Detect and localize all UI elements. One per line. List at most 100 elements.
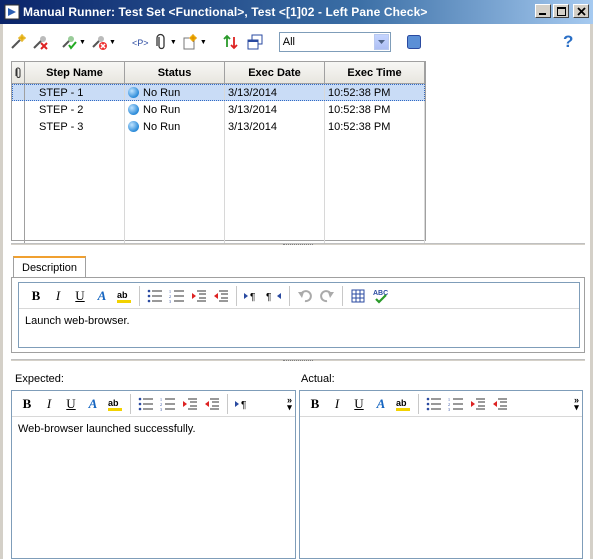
svg-text:3: 3 <box>448 407 450 411</box>
ltr-button[interactable]: ¶ <box>241 286 263 306</box>
table-row[interactable]: STEP - 2 No Run 3/13/2014 10:52:38 PM <box>12 101 425 118</box>
ltr-button[interactable]: ¶ <box>232 394 254 414</box>
dropdown-button[interactable] <box>373 34 389 50</box>
bold-button[interactable]: B <box>304 394 326 414</box>
exec-time-cell: 10:52:38 PM <box>325 84 425 101</box>
exec-time-cell: 10:52:38 PM <box>325 101 425 118</box>
numbered-list-button[interactable]: 123 <box>445 394 467 414</box>
maximize-button[interactable] <box>553 4 569 18</box>
rtl-button[interactable]: ¶ <box>263 286 285 306</box>
title-bar: Manual Runner: Test Set <Functional>, Te… <box>0 0 593 24</box>
pass-button[interactable]: ▼ <box>60 31 86 53</box>
italic-button[interactable]: I <box>326 394 348 414</box>
filter-select[interactable]: All <box>278 32 391 52</box>
status-text: No Run <box>143 86 181 99</box>
compact-view-button[interactable] <box>222 31 240 53</box>
font-color-button[interactable]: A <box>82 394 104 414</box>
highlight-button[interactable]: ab <box>392 394 414 414</box>
bold-button[interactable]: B <box>25 286 47 306</box>
redo-icon <box>320 289 334 302</box>
exec-time-cell: 10:52:38 PM <box>325 118 425 135</box>
minimize-button[interactable] <box>535 4 551 18</box>
underline-button[interactable]: U <box>60 394 82 414</box>
help-button[interactable]: ? <box>562 32 576 53</box>
new-run-button[interactable] <box>9 31 27 53</box>
italic-button[interactable]: I <box>38 394 60 414</box>
actual-text[interactable] <box>300 417 582 429</box>
column-header-exec-date[interactable]: Exec Date <box>225 62 325 83</box>
parameters-button[interactable]: <P> <box>131 31 149 53</box>
minimize-icon <box>539 13 546 15</box>
bullet-list-button[interactable] <box>423 394 445 414</box>
table-row[interactable]: STEP - 3 No Run 3/13/2014 10:52:38 PM <box>12 118 425 135</box>
toolbar-overflow-button[interactable]: » ▾ <box>574 395 582 411</box>
toolbar-separator <box>212 30 214 54</box>
highlight-icon: ab <box>108 398 122 411</box>
highlight-button[interactable]: ab <box>113 286 135 306</box>
pass-icon <box>62 36 77 50</box>
new-window-button[interactable] <box>246 31 264 53</box>
numbered-list-button[interactable]: 123 <box>157 394 179 414</box>
description-panel: B I U A ab 123 ¶ ¶ ABC Launch web-browse… <box>11 277 585 353</box>
step-name-cell: STEP - 2 <box>25 101 125 118</box>
chevron-down-icon: ▼ <box>199 38 207 46</box>
expected-text[interactable]: Web-browser launched successfully. <box>12 417 295 441</box>
step-name-cell: STEP - 3 <box>25 118 125 135</box>
outdent-button[interactable] <box>179 394 201 414</box>
end-run-button[interactable] <box>31 31 49 53</box>
attachment-column-header[interactable] <box>12 62 25 83</box>
column-header-status[interactable]: Status <box>125 62 225 83</box>
expected-editor: B I U A ab 123 ¶ » ▾ Web-browser launche… <box>11 390 296 559</box>
svg-text:ab: ab <box>108 398 119 408</box>
expected-format-toolbar: B I U A ab 123 ¶ » ▾ <box>12 391 295 417</box>
grid-splitter[interactable] <box>11 243 585 246</box>
bullet-list-icon <box>147 289 162 302</box>
description-splitter[interactable] <box>11 359 585 362</box>
defects-button[interactable]: ▼ <box>181 31 207 53</box>
font-color-button[interactable]: A <box>370 394 392 414</box>
bold-button[interactable]: B <box>16 394 38 414</box>
column-header-exec-time[interactable]: Exec Time <box>325 62 425 83</box>
fail-button[interactable]: ▼ <box>90 31 116 53</box>
no-run-icon <box>128 121 139 132</box>
toolbar-separator <box>121 30 123 54</box>
underline-button[interactable]: U <box>348 394 370 414</box>
status-cell: No Run <box>125 101 225 118</box>
spell-check-button[interactable]: ABC <box>369 286 391 306</box>
bullet-list-button[interactable] <box>135 394 157 414</box>
font-color-button[interactable]: A <box>91 286 113 306</box>
no-run-icon <box>128 87 139 98</box>
outdent-icon <box>192 290 206 301</box>
table-row[interactable]: STEP - 1 No Run 3/13/2014 10:52:38 PM <box>12 84 425 101</box>
color-button[interactable] <box>406 31 422 53</box>
redo-button[interactable] <box>316 286 338 306</box>
exec-date-cell: 3/13/2014 <box>225 118 325 135</box>
insert-table-button[interactable] <box>347 286 369 306</box>
compact-view-icon <box>223 34 238 50</box>
attachments-button[interactable]: ▼ <box>153 31 177 53</box>
close-button[interactable] <box>573 4 589 18</box>
highlight-button[interactable]: ab <box>104 394 126 414</box>
column-header-step-name[interactable]: Step Name <box>25 62 125 83</box>
status-text: No Run <box>143 103 181 116</box>
table-icon <box>351 289 365 302</box>
tab-description[interactable]: Description <box>13 256 87 278</box>
indent-button[interactable] <box>489 394 511 414</box>
bullet-list-button[interactable] <box>144 286 166 306</box>
indent-button[interactable] <box>201 394 223 414</box>
status-text: No Run <box>143 120 181 133</box>
toolbar-overflow-button[interactable]: » ▾ <box>287 395 295 411</box>
row-marker <box>12 118 25 135</box>
numbered-list-button[interactable]: 123 <box>166 286 188 306</box>
underline-button[interactable]: U <box>69 286 91 306</box>
undo-button[interactable] <box>294 286 316 306</box>
italic-button[interactable]: I <box>47 286 69 306</box>
toolbar-separator <box>269 30 271 54</box>
outdent-button[interactable] <box>188 286 210 306</box>
description-text[interactable]: Launch web-browser. <box>19 309 579 333</box>
filter-value: All <box>282 36 295 48</box>
outdent-button[interactable] <box>467 394 489 414</box>
status-cell: No Run <box>125 118 225 135</box>
indent-button[interactable] <box>210 286 232 306</box>
spell-check-icon: ABC <box>373 290 388 304</box>
